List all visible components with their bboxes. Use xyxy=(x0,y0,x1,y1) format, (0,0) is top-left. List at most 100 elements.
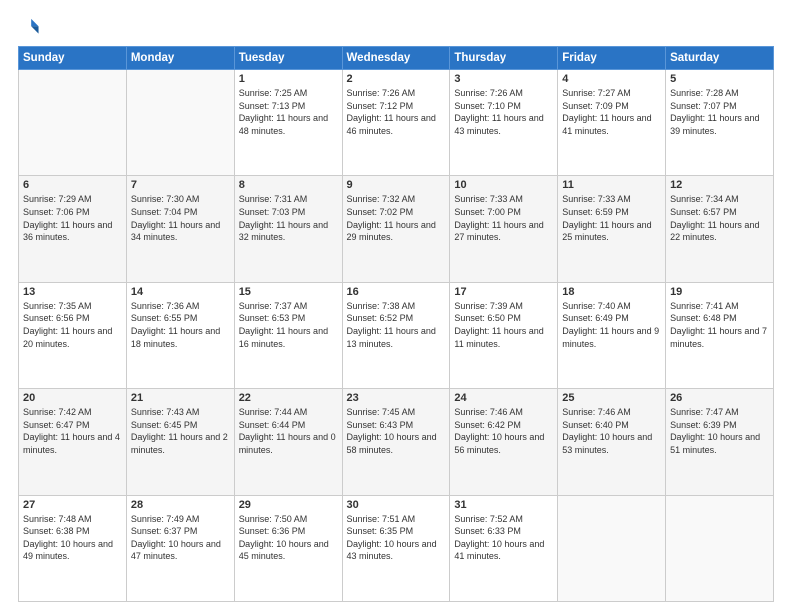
day-number: 3 xyxy=(454,73,553,85)
day-info: Sunrise: 7:26 AM Sunset: 7:10 PM Dayligh… xyxy=(454,87,553,137)
weekday-header: Friday xyxy=(558,47,666,70)
calendar-day-cell: 15 Sunrise: 7:37 AM Sunset: 6:53 PM Dayli… xyxy=(234,282,342,388)
weekday-header: Sunday xyxy=(19,47,127,70)
calendar-day-cell: 12Sunrise: 7:34 AM Sunset: 6:57 PM Dayli… xyxy=(666,176,774,282)
calendar-day-cell: 20 Sunrise: 7:42 AM Sunset: 6:47 PM Dayli… xyxy=(19,389,127,495)
day-info: Sunrise: 7:44 AM Sunset: 6:44 PM Dayligh… xyxy=(239,406,338,456)
calendar-day-cell: 21Sunrise: 7:43 AM Sunset: 6:45 PM Dayli… xyxy=(126,389,234,495)
day-info: Sunrise: 7:42 AM Sunset: 6:47 PM Dayligh… xyxy=(23,406,122,456)
weekday-header: Tuesday xyxy=(234,47,342,70)
header xyxy=(18,18,774,38)
calendar-day-cell: 3 Sunrise: 7:26 AM Sunset: 7:10 PM Daylig… xyxy=(450,70,558,176)
day-number: 28 xyxy=(131,499,230,511)
day-number: 19 xyxy=(670,286,769,298)
day-info: Sunrise: 7:34 AM Sunset: 6:57 PM Dayligh… xyxy=(670,193,769,243)
weekday-header: Wednesday xyxy=(342,47,450,70)
calendar-day-cell: 25 Sunrise: 7:46 AM Sunset: 6:40 PM Dayli… xyxy=(558,389,666,495)
day-info: Sunrise: 7:46 AM Sunset: 6:42 PM Dayligh… xyxy=(454,406,553,456)
day-number: 20 xyxy=(23,392,122,404)
day-info: Sunrise: 7:31 AM Sunset: 7:03 PM Dayligh… xyxy=(239,193,338,243)
day-number: 7 xyxy=(131,179,230,191)
day-info: Sunrise: 7:49 AM Sunset: 6:37 PM Dayligh… xyxy=(131,513,230,563)
day-info: Sunrise: 7:26 AM Sunset: 7:12 PM Dayligh… xyxy=(347,87,446,137)
day-number: 17 xyxy=(454,286,553,298)
day-info: Sunrise: 7:50 AM Sunset: 6:36 PM Dayligh… xyxy=(239,513,338,563)
day-number: 26 xyxy=(670,392,769,404)
day-info: Sunrise: 7:41 AM Sunset: 6:48 PM Dayligh… xyxy=(670,300,769,350)
day-info: Sunrise: 7:38 AM Sunset: 6:52 PM Dayligh… xyxy=(347,300,446,350)
calendar-header: SundayMondayTuesdayWednesdayThursdayFrid… xyxy=(19,47,774,70)
calendar-day-cell: 16 Sunrise: 7:38 AM Sunset: 6:52 PM Dayli… xyxy=(342,282,450,388)
calendar-week-row: 6 Sunrise: 7:29 AM Sunset: 7:06 PM Daylig… xyxy=(19,176,774,282)
day-info: Sunrise: 7:48 AM Sunset: 6:38 PM Dayligh… xyxy=(23,513,122,563)
day-info: Sunrise: 7:46 AM Sunset: 6:40 PM Dayligh… xyxy=(562,406,661,456)
calendar-day-cell: 9Sunrise: 7:32 AM Sunset: 7:02 PM Daylig… xyxy=(342,176,450,282)
calendar-body: 1Sunrise: 7:25 AM Sunset: 7:13 PM Daylig… xyxy=(19,70,774,602)
weekday-header: Thursday xyxy=(450,47,558,70)
page: SundayMondayTuesdayWednesdayThursdayFrid… xyxy=(0,0,792,612)
calendar-day-cell: 10Sunrise: 7:33 AM Sunset: 7:00 PM Dayli… xyxy=(450,176,558,282)
day-number: 11 xyxy=(562,179,661,191)
day-info: Sunrise: 7:36 AM Sunset: 6:55 PM Dayligh… xyxy=(131,300,230,350)
day-number: 4 xyxy=(562,73,661,85)
calendar-day-cell: 27 Sunrise: 7:48 AM Sunset: 6:38 PM Dayli… xyxy=(19,495,127,601)
calendar-day-cell xyxy=(558,495,666,601)
day-number: 13 xyxy=(23,286,122,298)
calendar-day-cell: 14 Sunrise: 7:36 AM Sunset: 6:55 PM Dayli… xyxy=(126,282,234,388)
day-info: Sunrise: 7:47 AM Sunset: 6:39 PM Dayligh… xyxy=(670,406,769,456)
calendar-day-cell: 22 Sunrise: 7:44 AM Sunset: 6:44 PM Dayli… xyxy=(234,389,342,495)
calendar-day-cell: 13 Sunrise: 7:35 AM Sunset: 6:56 PM Dayli… xyxy=(19,282,127,388)
weekday-row: SundayMondayTuesdayWednesdayThursdayFrid… xyxy=(19,47,774,70)
weekday-header: Monday xyxy=(126,47,234,70)
day-number: 24 xyxy=(454,392,553,404)
day-info: Sunrise: 7:40 AM Sunset: 6:49 PM Dayligh… xyxy=(562,300,661,350)
day-number: 6 xyxy=(23,179,122,191)
day-number: 25 xyxy=(562,392,661,404)
weekday-header: Saturday xyxy=(666,47,774,70)
day-info: Sunrise: 7:51 AM Sunset: 6:35 PM Dayligh… xyxy=(347,513,446,563)
calendar-week-row: 20 Sunrise: 7:42 AM Sunset: 6:47 PM Dayli… xyxy=(19,389,774,495)
day-info: Sunrise: 7:29 AM Sunset: 7:06 PM Dayligh… xyxy=(23,193,122,243)
calendar-day-cell xyxy=(126,70,234,176)
calendar-day-cell: 31 Sunrise: 7:52 AM Sunset: 6:33 PM Dayli… xyxy=(450,495,558,601)
calendar-table: SundayMondayTuesdayWednesdayThursdayFrid… xyxy=(18,46,774,602)
day-info: Sunrise: 7:28 AM Sunset: 7:07 PM Dayligh… xyxy=(670,87,769,137)
day-number: 10 xyxy=(454,179,553,191)
day-number: 9 xyxy=(347,179,446,191)
day-number: 31 xyxy=(454,499,553,511)
day-number: 30 xyxy=(347,499,446,511)
day-number: 14 xyxy=(131,286,230,298)
day-number: 2 xyxy=(347,73,446,85)
calendar-day-cell: 30 Sunrise: 7:51 AM Sunset: 6:35 PM Dayli… xyxy=(342,495,450,601)
day-number: 18 xyxy=(562,286,661,298)
calendar-day-cell: 23 Sunrise: 7:45 AM Sunset: 6:43 PM Dayli… xyxy=(342,389,450,495)
day-number: 23 xyxy=(347,392,446,404)
calendar-day-cell xyxy=(19,70,127,176)
logo-icon xyxy=(18,16,40,38)
calendar-day-cell xyxy=(666,495,774,601)
day-info: Sunrise: 7:43 AM Sunset: 6:45 PM Dayligh… xyxy=(131,406,230,456)
day-number: 5 xyxy=(670,73,769,85)
calendar-week-row: 27 Sunrise: 7:48 AM Sunset: 6:38 PM Dayli… xyxy=(19,495,774,601)
calendar-day-cell: 28 Sunrise: 7:49 AM Sunset: 6:37 PM Dayli… xyxy=(126,495,234,601)
day-info: Sunrise: 7:35 AM Sunset: 6:56 PM Dayligh… xyxy=(23,300,122,350)
day-info: Sunrise: 7:45 AM Sunset: 6:43 PM Dayligh… xyxy=(347,406,446,456)
day-number: 15 xyxy=(239,286,338,298)
day-number: 29 xyxy=(239,499,338,511)
day-info: Sunrise: 7:37 AM Sunset: 6:53 PM Dayligh… xyxy=(239,300,338,350)
day-info: Sunrise: 7:52 AM Sunset: 6:33 PM Dayligh… xyxy=(454,513,553,563)
day-number: 1 xyxy=(239,73,338,85)
calendar-day-cell: 4Sunrise: 7:27 AM Sunset: 7:09 PM Daylig… xyxy=(558,70,666,176)
calendar-day-cell: 18 Sunrise: 7:40 AM Sunset: 6:49 PM Dayli… xyxy=(558,282,666,388)
calendar-day-cell: 1Sunrise: 7:25 AM Sunset: 7:13 PM Daylig… xyxy=(234,70,342,176)
logo xyxy=(18,18,42,38)
calendar-day-cell: 7 Sunrise: 7:30 AM Sunset: 7:04 PM Daylig… xyxy=(126,176,234,282)
calendar-day-cell: 11Sunrise: 7:33 AM Sunset: 6:59 PM Dayli… xyxy=(558,176,666,282)
day-number: 22 xyxy=(239,392,338,404)
calendar-day-cell: 5 Sunrise: 7:28 AM Sunset: 7:07 PM Daylig… xyxy=(666,70,774,176)
day-info: Sunrise: 7:30 AM Sunset: 7:04 PM Dayligh… xyxy=(131,193,230,243)
calendar-day-cell: 26 Sunrise: 7:47 AM Sunset: 6:39 PM Dayli… xyxy=(666,389,774,495)
calendar-week-row: 1Sunrise: 7:25 AM Sunset: 7:13 PM Daylig… xyxy=(19,70,774,176)
day-number: 27 xyxy=(23,499,122,511)
day-number: 16 xyxy=(347,286,446,298)
